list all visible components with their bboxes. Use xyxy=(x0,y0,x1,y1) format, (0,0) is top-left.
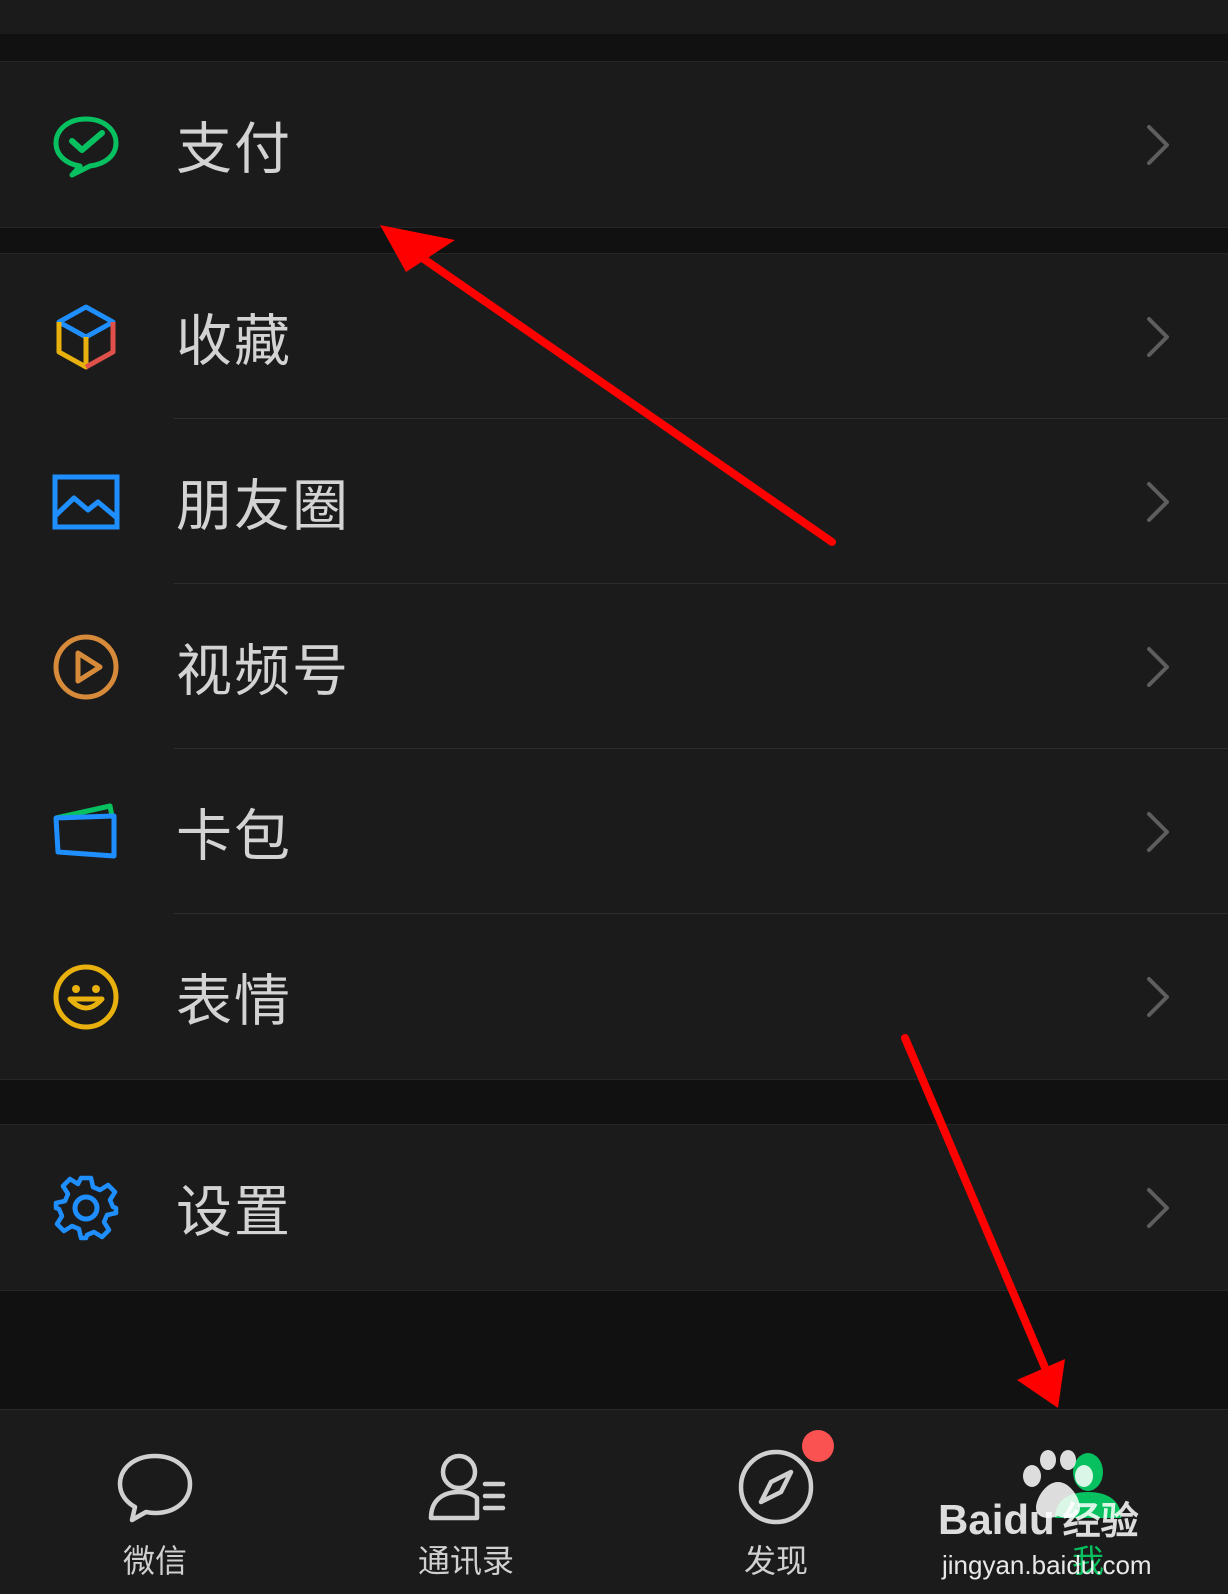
unread-badge xyxy=(802,1430,834,1462)
watermark-product: 经验 xyxy=(1062,1501,1139,1543)
tab-label: 发现 xyxy=(743,1542,808,1580)
chat-bubble-icon xyxy=(112,1444,198,1530)
tab-contacts[interactable]: 通讯录 xyxy=(366,1410,566,1594)
menu-item-label: 视频号 xyxy=(176,639,350,704)
services-group: 收藏 朋友圈 视频号 卡包 表情 xyxy=(0,253,1228,1080)
watermark-logo-text: Baidu 经验 xyxy=(938,1490,1139,1545)
menu-item-cards[interactable]: 卡包 xyxy=(0,749,1228,914)
menu-item-moments[interactable]: 朋友圈 xyxy=(0,419,1228,584)
contacts-icon xyxy=(423,1444,509,1530)
tab-label: 通讯录 xyxy=(417,1542,514,1580)
menu-item-favorites[interactable]: 收藏 xyxy=(0,254,1228,419)
moments-image-icon xyxy=(50,466,122,538)
tab-discover[interactable]: 发现 xyxy=(676,1410,876,1594)
chevron-right-icon xyxy=(1144,810,1172,854)
menu-item-pay[interactable]: 支付 xyxy=(0,62,1228,227)
gear-icon xyxy=(50,1172,122,1244)
menu-item-stickers[interactable]: 表情 xyxy=(0,914,1228,1079)
menu-item-label: 收藏 xyxy=(176,309,292,374)
watermark-brand-suffix: du xyxy=(1003,1496,1055,1543)
pay-icon xyxy=(50,109,122,181)
menu-item-label: 设置 xyxy=(176,1180,292,1245)
wechat-me-screen: 支付 收藏 朋友圈 视频号 卡包 表情 设置 微信 通讯录 发现 我 Baidu… xyxy=(0,0,1228,1594)
watermark-url: jingyan.baidu.com xyxy=(942,1550,1152,1580)
menu-item-channels[interactable]: 视频号 xyxy=(0,584,1228,749)
menu-item-label: 卡包 xyxy=(176,804,292,869)
baidu-jingyan-watermark: Baidu 经验 jingyan.baidu.com xyxy=(938,1440,1178,1580)
tab-chats[interactable]: 微信 xyxy=(55,1410,255,1594)
settings-group: 设置 xyxy=(0,1124,1228,1291)
chevron-right-icon xyxy=(1144,975,1172,1019)
favorites-cube-icon xyxy=(50,301,122,373)
chevron-right-icon xyxy=(1144,480,1172,524)
pay-group: 支付 xyxy=(0,61,1228,228)
sticker-smile-icon xyxy=(50,961,122,1033)
card-wallet-icon xyxy=(50,796,122,868)
menu-item-label: 支付 xyxy=(176,117,292,182)
menu-item-label: 表情 xyxy=(176,969,292,1034)
chevron-right-icon xyxy=(1144,1186,1172,1230)
channels-play-icon xyxy=(50,631,122,703)
menu-item-settings[interactable]: 设置 xyxy=(0,1125,1228,1290)
profile-section-edge xyxy=(0,0,1228,34)
tab-label: 微信 xyxy=(122,1542,187,1580)
chevron-right-icon xyxy=(1144,645,1172,689)
chevron-right-icon xyxy=(1144,123,1172,167)
watermark-brand: Bai xyxy=(938,1496,1004,1543)
menu-item-label: 朋友圈 xyxy=(176,474,350,539)
chevron-right-icon xyxy=(1144,315,1172,359)
